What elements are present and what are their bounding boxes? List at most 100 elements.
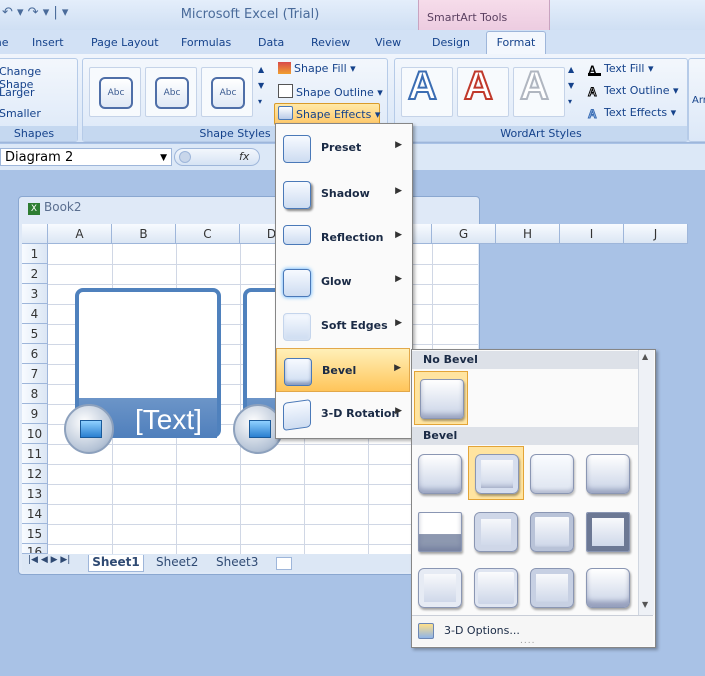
menu-item-shadow[interactable]: Shadow ▶: [276, 172, 410, 214]
thumb-text: Abc: [211, 77, 245, 109]
row-header-15[interactable]: 15: [22, 524, 48, 544]
bevel-option[interactable]: [414, 506, 464, 556]
bevel-option[interactable]: [414, 448, 464, 498]
menu-item-preset[interactable]: Preset ▶: [276, 126, 410, 168]
tab-page-layout[interactable]: Page Layout: [91, 36, 159, 49]
soft-edges-icon: [283, 313, 311, 341]
chevron-right-icon: ▶: [395, 274, 402, 284]
bevel-option[interactable]: [582, 448, 632, 498]
name-box[interactable]: Diagram 2 ▼: [0, 148, 172, 166]
menu-label: Bevel: [322, 364, 357, 377]
col-header-i[interactable]: I: [560, 224, 624, 244]
menu-item-bevel[interactable]: Bevel ▶: [276, 348, 410, 392]
row-header-12[interactable]: 12: [22, 464, 48, 484]
menu-label: 3-D Rotation: [321, 407, 400, 420]
fx-icon: fx: [239, 150, 250, 163]
sheet-tab-1[interactable]: Sheet1: [88, 555, 144, 572]
shape-fill-button[interactable]: Shape Fill ▾: [278, 62, 356, 75]
row-header-9[interactable]: 9: [22, 404, 48, 424]
shapes-group-label: Shapes: [0, 126, 77, 141]
tab-design[interactable]: Design: [432, 36, 470, 49]
text-fill-button[interactable]: A Text Fill ▾: [588, 62, 653, 77]
bevel-option[interactable]: [582, 506, 632, 556]
select-all-corner[interactable]: [22, 224, 48, 244]
tab-format[interactable]: Format: [486, 31, 546, 55]
excel-file-icon: X: [28, 203, 40, 215]
scroll-up-icon[interactable]: ▲: [642, 352, 648, 361]
text-outline-icon: A: [588, 85, 598, 100]
menu-item-3d-rotation[interactable]: 3-D Rotation ▶: [276, 392, 410, 434]
3d-options-icon: [418, 623, 434, 639]
gallery-scrollbar[interactable]: ▲ ▼: [638, 350, 654, 615]
row-header-16[interactable]: 16: [22, 544, 48, 554]
bevel-option[interactable]: [526, 448, 576, 498]
bevel-option[interactable]: [470, 562, 520, 612]
row-header-2[interactable]: 2: [22, 264, 48, 284]
picture-placeholder-icon[interactable]: [64, 404, 114, 454]
tab-data[interactable]: Data: [258, 36, 284, 49]
row-header-7[interactable]: 7: [22, 364, 48, 384]
row-header-4[interactable]: 4: [22, 304, 48, 324]
workbook-title: X Book2: [28, 200, 82, 215]
row-header-1[interactable]: 1: [22, 244, 48, 264]
row-header-14[interactable]: 14: [22, 504, 48, 524]
shape-style-thumb-2[interactable]: Abc: [145, 67, 197, 117]
bevel-option[interactable]: [526, 506, 576, 556]
menu-item-reflection[interactable]: Reflection ▶: [276, 216, 410, 258]
sheet-nav-arrows[interactable]: |◀ ◀ ▶ ▶|: [28, 555, 70, 571]
smartart-text[interactable]: [Text]: [135, 404, 202, 436]
tab-formulas[interactable]: Formulas: [181, 36, 231, 49]
grid-line: [48, 284, 478, 285]
col-header-a[interactable]: A: [48, 224, 112, 244]
sheet-tab-3[interactable]: Sheet3: [216, 555, 258, 571]
col-header-j[interactable]: J: [624, 224, 688, 244]
shape-outline-button[interactable]: Shape Outline ▾: [278, 84, 383, 99]
row-header-13[interactable]: 13: [22, 484, 48, 504]
row-header-8[interactable]: 8: [22, 384, 48, 404]
col-header-b[interactable]: B: [112, 224, 176, 244]
tab-insert[interactable]: Insert: [32, 36, 64, 49]
workbook-title-text: Book2: [44, 200, 82, 214]
bevel-option[interactable]: [414, 562, 464, 612]
tab-home[interactable]: Home: [0, 36, 8, 49]
row-header-11[interactable]: 11: [22, 444, 48, 464]
row-header-5[interactable]: 5: [22, 324, 48, 344]
arrange-label[interactable]: Arr: [692, 95, 705, 106]
resize-grip-icon[interactable]: ....: [520, 636, 535, 646]
shape-effects-label: Shape Effects: [296, 108, 372, 121]
menu-item-soft-edges[interactable]: Soft Edges ▶: [276, 304, 410, 346]
row-header-10[interactable]: 10: [22, 424, 48, 444]
insert-function-button[interactable]: fx: [174, 148, 260, 166]
row-header-3[interactable]: 3: [22, 284, 48, 304]
shape-style-thumb-1[interactable]: Abc: [89, 67, 141, 117]
tab-review[interactable]: Review: [311, 36, 350, 49]
shape-style-thumb-3[interactable]: Abc: [201, 67, 253, 117]
wordart-scroll-icons[interactable]: ▲ ▼ ▾: [568, 62, 574, 110]
text-outline-button[interactable]: A Text Outline ▾: [588, 84, 679, 100]
bevel-option-selected[interactable]: [468, 446, 524, 500]
insert-sheet-icon[interactable]: [276, 557, 292, 570]
text-effects-button[interactable]: A Text Effects ▾: [588, 106, 677, 122]
tab-view[interactable]: View: [375, 36, 401, 49]
scroll-down-icon[interactable]: ▼: [642, 600, 648, 609]
chevron-right-icon: ▶: [394, 363, 401, 373]
arrange-group: Arr: [688, 58, 705, 142]
smaller-button[interactable]: Smaller: [0, 107, 41, 120]
col-header-g[interactable]: G: [432, 224, 496, 244]
function-orb-icon: [179, 151, 191, 163]
sheet-tab-2[interactable]: Sheet2: [156, 555, 198, 571]
menu-label: Preset: [321, 141, 362, 154]
gallery-scroll-icons[interactable]: ▲ ▼ ▾: [258, 62, 264, 110]
col-header-h[interactable]: H: [496, 224, 560, 244]
bevel-option[interactable]: [526, 562, 576, 612]
row-header-6[interactable]: 6: [22, 344, 48, 364]
chevron-down-icon[interactable]: ▼: [160, 149, 167, 167]
shape-effects-content[interactable]: Shape Effects ▾: [278, 106, 380, 121]
bevel-option[interactable]: [582, 562, 632, 612]
3d-options-link[interactable]: 3-D Options...: [444, 624, 520, 637]
col-header-c[interactable]: C: [176, 224, 240, 244]
menu-item-glow[interactable]: Glow ▶: [276, 260, 410, 302]
bevel-option-none[interactable]: [414, 371, 468, 425]
bevel-option[interactable]: [470, 506, 520, 556]
larger-button[interactable]: Larger: [0, 86, 34, 99]
